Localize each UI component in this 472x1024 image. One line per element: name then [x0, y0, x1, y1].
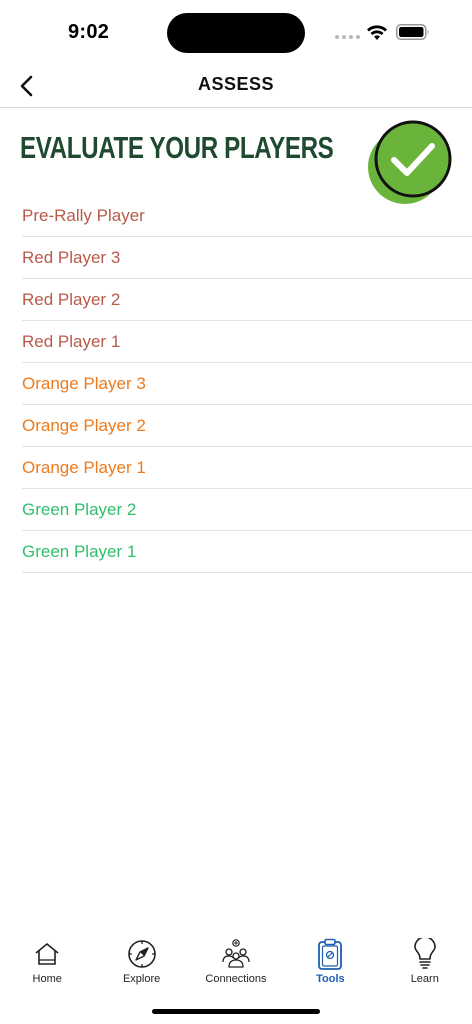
- navigation-bar: ASSESS: [0, 64, 472, 108]
- player-list-item[interactable]: Orange Player 3: [22, 363, 472, 405]
- player-list-item[interactable]: Green Player 2: [22, 489, 472, 531]
- tab-label: Tools: [316, 973, 345, 985]
- home-indicator: [152, 1009, 320, 1014]
- tab-learn[interactable]: Learn: [378, 932, 472, 992]
- player-level-label: Green Player 2: [22, 499, 137, 519]
- tab-connections[interactable]: Connections: [189, 932, 283, 992]
- dynamic-island: [167, 13, 305, 53]
- player-list-item[interactable]: Red Player 1: [22, 321, 472, 363]
- tab-bar: Home Explore Connections Tools Learn: [0, 932, 472, 992]
- checkmark-badge-icon: [368, 120, 452, 204]
- player-level-label: Green Player 1: [22, 541, 137, 561]
- player-list-item[interactable]: Red Player 2: [22, 279, 472, 321]
- player-list-item[interactable]: Orange Player 1: [22, 447, 472, 489]
- status-time: 9:02: [68, 21, 110, 43]
- tab-home[interactable]: Home: [0, 932, 94, 992]
- player-list: Pre-Rally Player Red Player 3 Red Player 2…: [22, 195, 472, 573]
- tab-label: Explore: [122, 973, 161, 985]
- player-list-item[interactable]: Red Player 3: [22, 237, 472, 279]
- page-header: EVALUATE YOUR PLAYERS: [0, 108, 472, 204]
- tab-label: Connections: [205, 973, 267, 985]
- cellular-signal-icon: [335, 35, 360, 39]
- player-level-label: Red Player 2: [22, 289, 121, 309]
- lightbulb-icon: [413, 938, 436, 969]
- page-title: EVALUATE YOUR PLAYERS: [20, 130, 334, 165]
- clipboard-icon: [318, 938, 343, 970]
- tab-explore[interactable]: Explore: [94, 932, 188, 992]
- wifi-icon: [367, 25, 387, 40]
- player-level-label: Pre-Rally Player: [22, 205, 145, 225]
- compass-icon: [127, 940, 156, 968]
- status-bar: 9:02: [0, 0, 472, 64]
- nav-title: ASSESS: [197, 74, 275, 94]
- player-list-item[interactable]: Pre-Rally Player: [22, 195, 472, 237]
- player-level-label: Orange Player 2: [22, 415, 146, 435]
- home-icon: [35, 943, 59, 965]
- tab-label: Home: [32, 973, 62, 985]
- player-level-label: Red Player 1: [22, 331, 121, 351]
- player-list-item[interactable]: Orange Player 2: [22, 405, 472, 447]
- player-level-label: Orange Player 3: [22, 373, 146, 393]
- tab-label: Learn: [410, 973, 439, 985]
- player-level-label: Orange Player 1: [22, 457, 146, 477]
- people-icon: [222, 939, 250, 968]
- battery-icon: [396, 24, 429, 40]
- player-list-item[interactable]: Green Player 1: [22, 531, 472, 573]
- tab-tools[interactable]: Tools: [283, 932, 377, 992]
- player-level-label: Red Player 3: [22, 247, 121, 267]
